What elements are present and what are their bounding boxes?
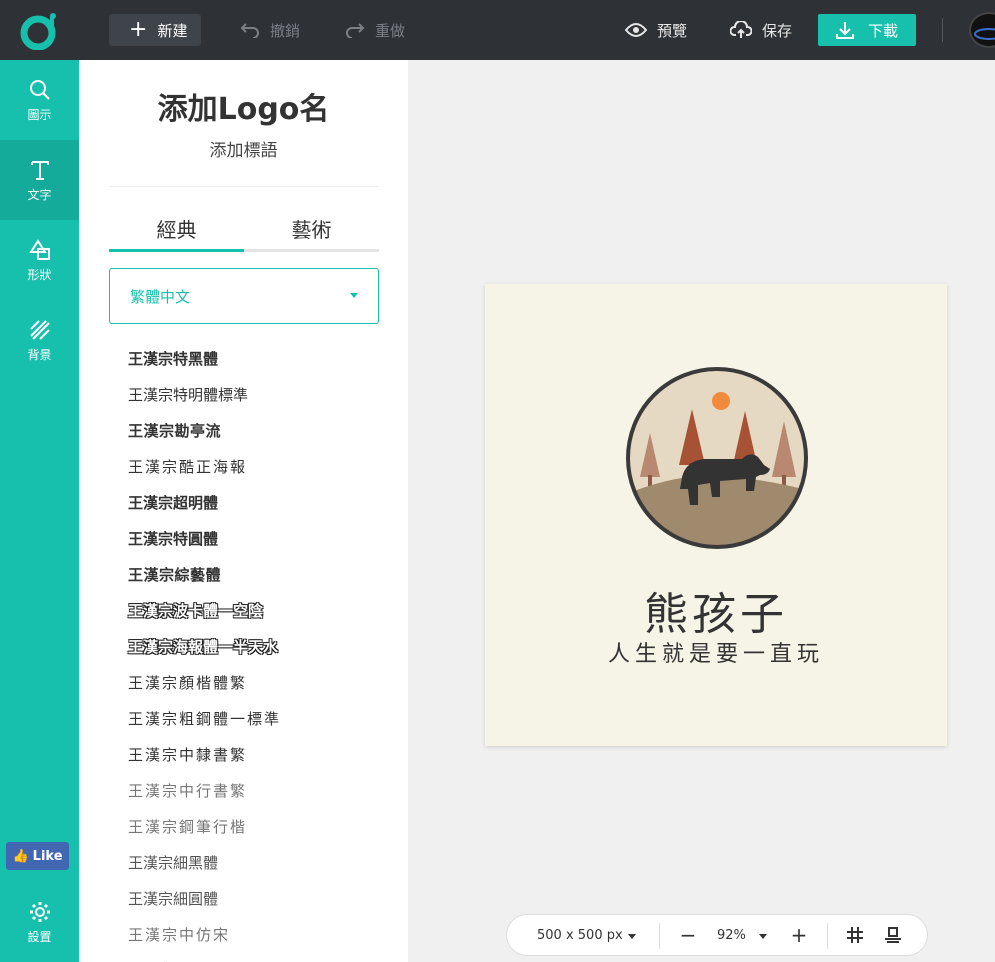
toolbar-divider — [942, 18, 943, 42]
language-select-value: 繁體中文 — [130, 287, 191, 306]
avatar-image-icon — [974, 28, 995, 40]
text-panel: 添加Logo名 添加標語 經典 藝術 繁體中文 王漢宗特黑體 王漢宗特明體標準 … — [79, 60, 408, 962]
zoom-caret-icon[interactable] — [759, 934, 767, 939]
zoom-level[interactable]: 92% — [717, 915, 746, 955]
text-icon — [30, 161, 49, 180]
download-button[interactable]: 下載 — [818, 14, 916, 46]
avatar[interactable] — [969, 12, 995, 48]
align-icon — [885, 927, 901, 943]
undo-label: 撤銷 — [270, 21, 301, 40]
font-item[interactable]: 王漢宗中隸書繁 — [128, 736, 388, 772]
align-center-button[interactable] — [883, 915, 903, 955]
font-item[interactable]: 王漢宗超明體 — [128, 484, 388, 520]
brand-slogan-text[interactable]: 人生就是要一直玩 — [485, 636, 947, 668]
plus-icon: + — [129, 17, 148, 42]
add-slogan-button[interactable]: 添加標語 — [79, 136, 408, 161]
nav-item-settings[interactable]: 設置 — [0, 882, 79, 962]
search-icon — [29, 80, 50, 100]
preview-label: 預覽 — [657, 21, 688, 40]
zoom-in-button[interactable]: + — [790, 915, 808, 955]
background-icon — [29, 320, 50, 340]
save-button[interactable]: 保存 — [730, 14, 792, 46]
nav-item-settings-label: 設置 — [27, 930, 52, 944]
top-toolbar: + 新建 撤銷 重做 預覽 保存 下載 — [0, 0, 995, 60]
new-button[interactable]: + 新建 — [109, 14, 201, 46]
undo-button[interactable]: 撤銷 — [240, 14, 300, 46]
bear-forest-emblem-icon[interactable] — [624, 365, 810, 551]
nav-item-shapes[interactable]: 形狀 — [0, 220, 79, 300]
left-navigation: 圖示 文字 形狀 背景 👍 Like 設置 — [0, 60, 79, 962]
nav-item-background-label: 背景 — [27, 348, 52, 362]
logo-artboard[interactable]: 熊孩子 人生就是要一直玩 — [485, 284, 947, 746]
nav-item-text-label: 文字 — [27, 188, 52, 202]
font-item[interactable]: 王漢宗綜藝體 — [128, 556, 388, 592]
preview-button[interactable]: 預覽 — [625, 14, 687, 46]
facebook-like-button[interactable]: 👍 Like — [6, 842, 69, 870]
font-item[interactable]: 王漢宗特明體標準 — [128, 376, 388, 412]
download-label: 下載 — [867, 21, 898, 40]
language-select[interactable]: 繁體中文 — [109, 268, 379, 324]
nav-item-background[interactable]: 背景 — [0, 300, 79, 380]
zoom-out-button[interactable]: − — [679, 915, 697, 955]
font-item[interactable]: 王漢宗勘亭流 — [128, 412, 388, 448]
font-tabs: 經典 藝術 — [109, 214, 379, 252]
nav-item-text[interactable]: 文字 — [0, 140, 79, 220]
font-list: 王漢宗特黑體 王漢宗特明體標準 王漢宗勘亭流 王漢宗酷正海報 王漢宗超明體 王漢… — [128, 340, 388, 962]
canvas-size-select[interactable]: 500 x 500 px — [537, 915, 623, 955]
zoombar-divider — [827, 923, 828, 949]
size-caret-icon[interactable] — [628, 934, 636, 939]
app-logo-icon[interactable] — [20, 12, 58, 50]
font-item[interactable]: 王漢宗細黑體 — [128, 844, 388, 880]
thumbs-up-icon: 👍 — [12, 848, 29, 864]
save-label: 保存 — [762, 21, 793, 40]
nav-item-shapes-label: 形狀 — [27, 268, 52, 282]
download-icon — [835, 22, 854, 39]
canvas-area: 熊孩子 人生就是要一直玩 500 x 500 px − 92% + — [408, 60, 995, 962]
font-item[interactable]: 王漢宗細圓體 — [128, 880, 388, 916]
chevron-down-icon — [350, 293, 358, 298]
redo-label: 重做 — [375, 21, 406, 40]
font-item[interactable]: 王漢宗鋼筆行楷 — [128, 808, 388, 844]
font-item[interactable]: 王漢宗酷正海報 — [128, 448, 388, 484]
undo-icon — [240, 23, 259, 38]
cloud-upload-icon — [730, 21, 752, 38]
font-item[interactable]: 王漢宗中仿宋 — [128, 916, 388, 952]
zoombar-divider — [659, 923, 660, 949]
font-item[interactable]: 王漢宗粗鋼體一標準 — [128, 700, 388, 736]
redo-button[interactable]: 重做 — [345, 14, 405, 46]
font-item[interactable]: 王漢宗顏楷體繁 — [128, 664, 388, 700]
nav-item-icons[interactable]: 圖示 — [0, 60, 79, 140]
grid-toggle-button[interactable] — [845, 915, 865, 955]
add-logo-name-button[interactable]: 添加Logo名 — [79, 84, 408, 128]
redo-icon — [346, 23, 365, 38]
eye-icon — [625, 23, 647, 37]
grid-icon — [847, 927, 863, 943]
brand-name-text[interactable]: 熊孩子 — [485, 578, 947, 642]
font-item[interactable]: 王漢宗海報體一半天水 — [128, 628, 388, 664]
font-item[interactable]: 王漢宗空疊圓繁 — [128, 952, 388, 962]
panel-divider — [109, 186, 379, 187]
font-item[interactable]: 王漢宗特圓體 — [128, 520, 388, 556]
gear-icon — [29, 902, 50, 922]
facebook-like-label: Like — [32, 848, 63, 864]
font-item[interactable]: 王漢宗特黑體 — [128, 340, 388, 376]
new-button-label: 新建 — [157, 21, 188, 40]
font-item[interactable]: 王漢宗波卡體一空陰 — [128, 592, 388, 628]
tab-classic[interactable]: 經典 — [109, 214, 244, 252]
zoom-toolbar: 500 x 500 px − 92% + — [506, 914, 928, 956]
nav-item-icons-label: 圖示 — [27, 108, 52, 122]
shapes-icon — [28, 239, 50, 260]
tab-artistic[interactable]: 藝術 — [244, 214, 379, 249]
font-item[interactable]: 王漢宗中行書繁 — [128, 772, 388, 808]
